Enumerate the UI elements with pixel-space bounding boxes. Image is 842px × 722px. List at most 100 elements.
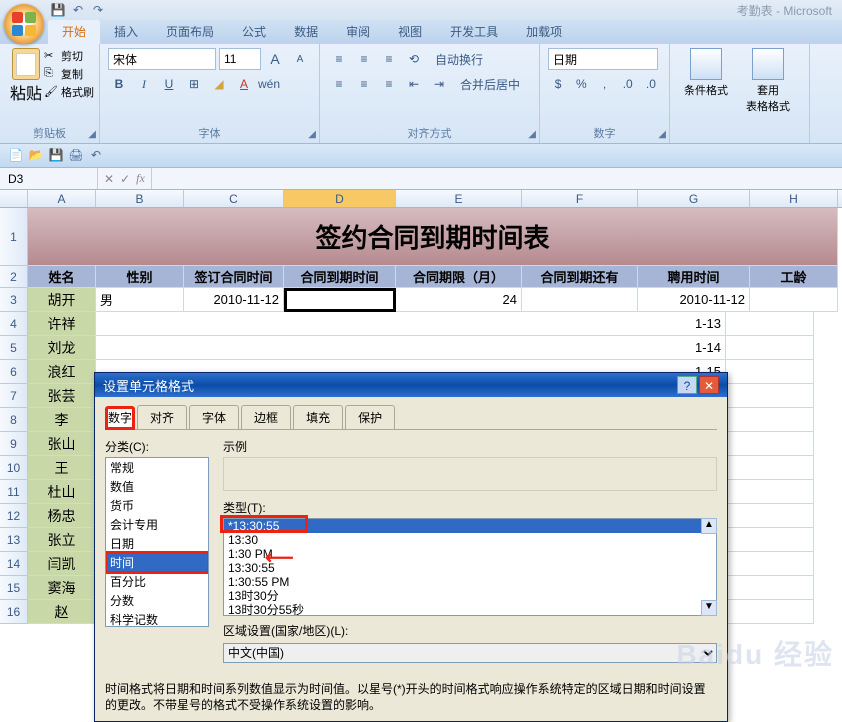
scroll-down-icon[interactable]: ▼ (701, 600, 717, 616)
cell[interactable] (726, 432, 814, 456)
type-item[interactable]: 13:30:55 (224, 561, 716, 575)
merge-center-button[interactable]: 合并后居中 (453, 73, 527, 95)
category-item[interactable]: 货币 (106, 496, 208, 515)
comma-button[interactable]: , (594, 73, 614, 95)
tab-formulas[interactable]: 公式 (228, 19, 280, 44)
col-header-D[interactable]: D (284, 190, 396, 207)
row-header-1[interactable]: 1 (0, 208, 28, 266)
border-button[interactable]: ⊞ (183, 73, 205, 95)
cell[interactable] (726, 480, 814, 504)
alignment-expand-icon[interactable]: ◢ (528, 129, 536, 140)
dialog-tab-number[interactable]: 数字 (105, 406, 135, 430)
scroll-up-icon[interactable]: ▲ (701, 518, 717, 534)
percent-button[interactable]: % (571, 73, 591, 95)
qat-redo[interactable]: ↷ (90, 3, 106, 19)
cell[interactable]: 男 (96, 288, 184, 312)
category-item[interactable]: 日期 (106, 534, 208, 553)
tab-view[interactable]: 视图 (384, 19, 436, 44)
category-listbox[interactable]: 常规数值货币会计专用日期时间百分比分数科学记数文本特殊自定义 (105, 457, 209, 627)
type-listbox[interactable]: *13:30:5513:301:30 PM13:30:551:30:55 PM1… (223, 518, 717, 616)
dialog-close-button[interactable]: ✕ (699, 376, 719, 394)
tab-data[interactable]: 数据 (280, 19, 332, 44)
font-expand-icon[interactable]: ◢ (308, 129, 316, 140)
align-right-button[interactable]: ≡ (378, 73, 400, 95)
shrink-font-button[interactable]: A (289, 48, 311, 70)
fx-button[interactable]: fx (136, 171, 145, 186)
row-header[interactable]: 10 (0, 456, 28, 480)
align-left-button[interactable]: ≡ (328, 73, 350, 95)
tab-addins[interactable]: 加载项 (512, 19, 576, 44)
format-painter-button[interactable]: 🖌格式刷 (44, 84, 94, 100)
row-header[interactable]: 14 (0, 552, 28, 576)
type-item[interactable]: 13时30分 (224, 589, 716, 603)
tab-insert[interactable]: 插入 (100, 19, 152, 44)
accounting-button[interactable]: $ (548, 73, 568, 95)
qat2-open[interactable]: 📂 (28, 148, 44, 164)
cell[interactable] (284, 288, 396, 312)
category-item[interactable]: 常规 (106, 458, 208, 477)
col-header-B[interactable]: B (96, 190, 184, 207)
cell[interactable]: 1-13 (96, 312, 726, 336)
paste-button[interactable]: 粘贴 (8, 48, 44, 104)
dialog-tab-fill[interactable]: 填充 (293, 405, 343, 429)
cell[interactable]: 杨忠 (28, 504, 96, 528)
dialog-help-button[interactable]: ? (677, 376, 697, 394)
dialog-tab-border[interactable]: 边框 (241, 405, 291, 429)
cell[interactable] (726, 552, 814, 576)
category-item[interactable]: 会计专用 (106, 515, 208, 534)
cell[interactable]: 张山 (28, 432, 96, 456)
fill-color-button[interactable]: ◢ (208, 73, 230, 95)
cell[interactable]: 窦海 (28, 576, 96, 600)
qat2-new[interactable]: 📄 (8, 148, 24, 164)
col-header-H[interactable]: H (750, 190, 838, 207)
wrap-text-button[interactable]: 自动换行 (428, 48, 490, 70)
row-header[interactable]: 3 (0, 288, 28, 312)
row-header[interactable]: 16 (0, 600, 28, 624)
dialog-titlebar[interactable]: 设置单元格格式 ? ✕ (95, 373, 727, 397)
align-top-button[interactable]: ≡ (328, 48, 350, 70)
copy-button[interactable]: ⎘复制 (44, 66, 94, 82)
font-name-select[interactable] (108, 48, 216, 70)
select-all-corner[interactable] (0, 190, 28, 207)
indent-dec-button[interactable]: ⇤ (403, 73, 425, 95)
formula-input[interactable] (152, 168, 842, 189)
cell[interactable] (726, 408, 814, 432)
cell[interactable]: 赵 (28, 600, 96, 624)
cancel-icon[interactable]: ✕ (104, 172, 114, 186)
cell[interactable]: 浪红 (28, 360, 96, 384)
cell[interactable] (726, 576, 814, 600)
tab-home[interactable]: 开始 (48, 19, 100, 44)
bold-button[interactable]: B (108, 73, 130, 95)
cell[interactable]: 王 (28, 456, 96, 480)
row-header[interactable]: 13 (0, 528, 28, 552)
cell[interactable]: 1-14 (96, 336, 726, 360)
cell[interactable]: 杜山 (28, 480, 96, 504)
row-header[interactable]: 4 (0, 312, 28, 336)
cell[interactable] (726, 384, 814, 408)
type-item[interactable]: 1:30 PM (224, 547, 716, 561)
category-item[interactable]: 时间 (106, 553, 208, 572)
indent-inc-button[interactable]: ⇥ (428, 73, 450, 95)
italic-button[interactable]: I (133, 73, 155, 95)
cell[interactable]: 闫凯 (28, 552, 96, 576)
qat2-save[interactable]: 💾 (48, 148, 64, 164)
grow-font-button[interactable]: A (264, 48, 286, 70)
dialog-tab-alignment[interactable]: 对齐 (137, 405, 187, 429)
font-size-select[interactable] (219, 48, 261, 70)
number-expand-icon[interactable]: ◢ (658, 129, 666, 140)
align-center-button[interactable]: ≡ (353, 73, 375, 95)
underline-button[interactable]: U (158, 73, 180, 95)
sheet-title[interactable]: 签约合同到期时间表 (28, 208, 838, 266)
cell[interactable] (726, 600, 814, 624)
qat2-print[interactable]: 🖨 (68, 148, 84, 164)
name-box[interactable]: D3 (0, 168, 98, 189)
cell[interactable] (726, 528, 814, 552)
cell[interactable]: 2010-11-12 (638, 288, 750, 312)
type-item[interactable]: *13:30:55 (224, 519, 716, 533)
cell[interactable]: 2010-11-12 (184, 288, 284, 312)
tab-developer[interactable]: 开发工具 (436, 19, 512, 44)
number-format-select[interactable] (548, 48, 658, 70)
qat-undo[interactable]: ↶ (70, 3, 86, 19)
category-item[interactable]: 分数 (106, 591, 208, 610)
row-header[interactable]: 7 (0, 384, 28, 408)
